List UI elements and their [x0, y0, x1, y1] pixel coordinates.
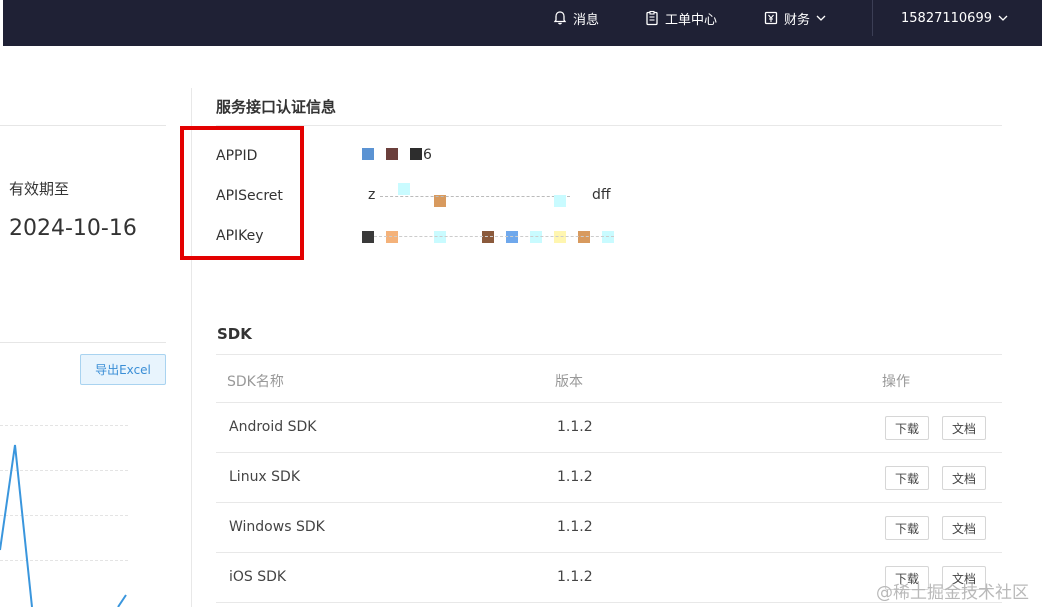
messages-link[interactable]: 消息: [552, 0, 599, 36]
sdk-name: Android SDK: [229, 419, 317, 435]
top-navbar: 消息 工单中心 财务 15827110699: [3, 0, 1042, 46]
bell-icon: [552, 10, 568, 26]
appid-value: 6: [360, 147, 440, 165]
watermark: @稀土掘金技术社区: [876, 583, 1029, 603]
mask-block: [434, 231, 446, 243]
apisecret-visible-end: dff: [592, 187, 611, 203]
mask-block: [398, 183, 410, 195]
mask-block: [602, 231, 614, 243]
mask-block: [482, 231, 494, 243]
mask-block: [554, 195, 566, 207]
mask-block: [506, 231, 518, 243]
docs-button[interactable]: 文档: [942, 416, 986, 440]
apisecret-visible-start: z: [368, 187, 376, 203]
auth-section-title: 服务接口认证信息: [216, 98, 337, 116]
divider: [216, 354, 1002, 355]
mask-dashes: [374, 236, 614, 237]
table-row-divider: [216, 402, 1002, 403]
col-header-actions: 操作: [882, 374, 910, 390]
col-header-version: 版本: [555, 374, 583, 390]
mask-block: [410, 148, 422, 160]
table-row-divider: [216, 552, 1002, 553]
docs-button[interactable]: 文档: [942, 516, 986, 540]
tickets-link[interactable]: 工单中心: [644, 0, 717, 36]
chart-gridline: [0, 425, 128, 426]
highlight-annotation-box: [180, 126, 304, 260]
download-button[interactable]: 下载: [885, 466, 929, 490]
mask-block: [554, 231, 566, 243]
table-row-divider: [216, 452, 1002, 453]
user-menu[interactable]: 15827110699: [901, 0, 1009, 36]
table-row-divider: [216, 502, 1002, 503]
topbar-divider: [872, 0, 873, 36]
divider: [0, 125, 166, 126]
export-excel-button[interactable]: 导出Excel: [80, 354, 166, 385]
sdk-version: 1.1.2: [557, 569, 593, 585]
mask-block: [386, 148, 398, 160]
apikey-value: [360, 227, 620, 245]
apisecret-value: z dff: [360, 183, 620, 207]
mask-block: [530, 231, 542, 243]
finance-menu[interactable]: 财务: [763, 0, 827, 36]
yen-icon: [763, 10, 779, 26]
col-header-name: SDK名称: [227, 374, 284, 390]
docs-button[interactable]: 文档: [942, 466, 986, 490]
sdk-name: Linux SDK: [229, 469, 301, 485]
usage-chart-line: [0, 444, 127, 607]
chevron-down-icon: [815, 12, 827, 24]
sdk-name: iOS SDK: [229, 569, 287, 585]
chart-series-line: [117, 594, 127, 607]
user-phone: 15827110699: [901, 10, 992, 26]
divider: [216, 125, 1002, 126]
mask-block: [386, 231, 398, 243]
sdk-name: Windows SDK: [229, 519, 325, 535]
sdk-version: 1.1.2: [557, 419, 593, 435]
mask-dashes: [380, 196, 570, 197]
sdk-section-title: SDK: [217, 325, 252, 343]
sdk-version: 1.1.2: [557, 519, 593, 535]
tickets-label: 工单中心: [665, 12, 718, 28]
divider: [0, 342, 166, 343]
download-button[interactable]: 下载: [885, 416, 929, 440]
mask-block: [362, 148, 374, 160]
mask-block: [578, 231, 590, 243]
clipboard-icon: [644, 10, 660, 26]
expiry-date: 2024-10-16: [9, 216, 137, 241]
chevron-down-icon: [997, 12, 1009, 24]
mask-block: [362, 231, 374, 243]
messages-label: 消息: [573, 12, 600, 28]
expiry-label: 有效期至: [9, 180, 70, 198]
download-button[interactable]: 下载: [885, 516, 929, 540]
appid-visible-text: 6: [423, 147, 432, 163]
sdk-version: 1.1.2: [557, 469, 593, 485]
chart-series-line: [0, 444, 33, 607]
finance-label: 财务: [784, 12, 811, 28]
